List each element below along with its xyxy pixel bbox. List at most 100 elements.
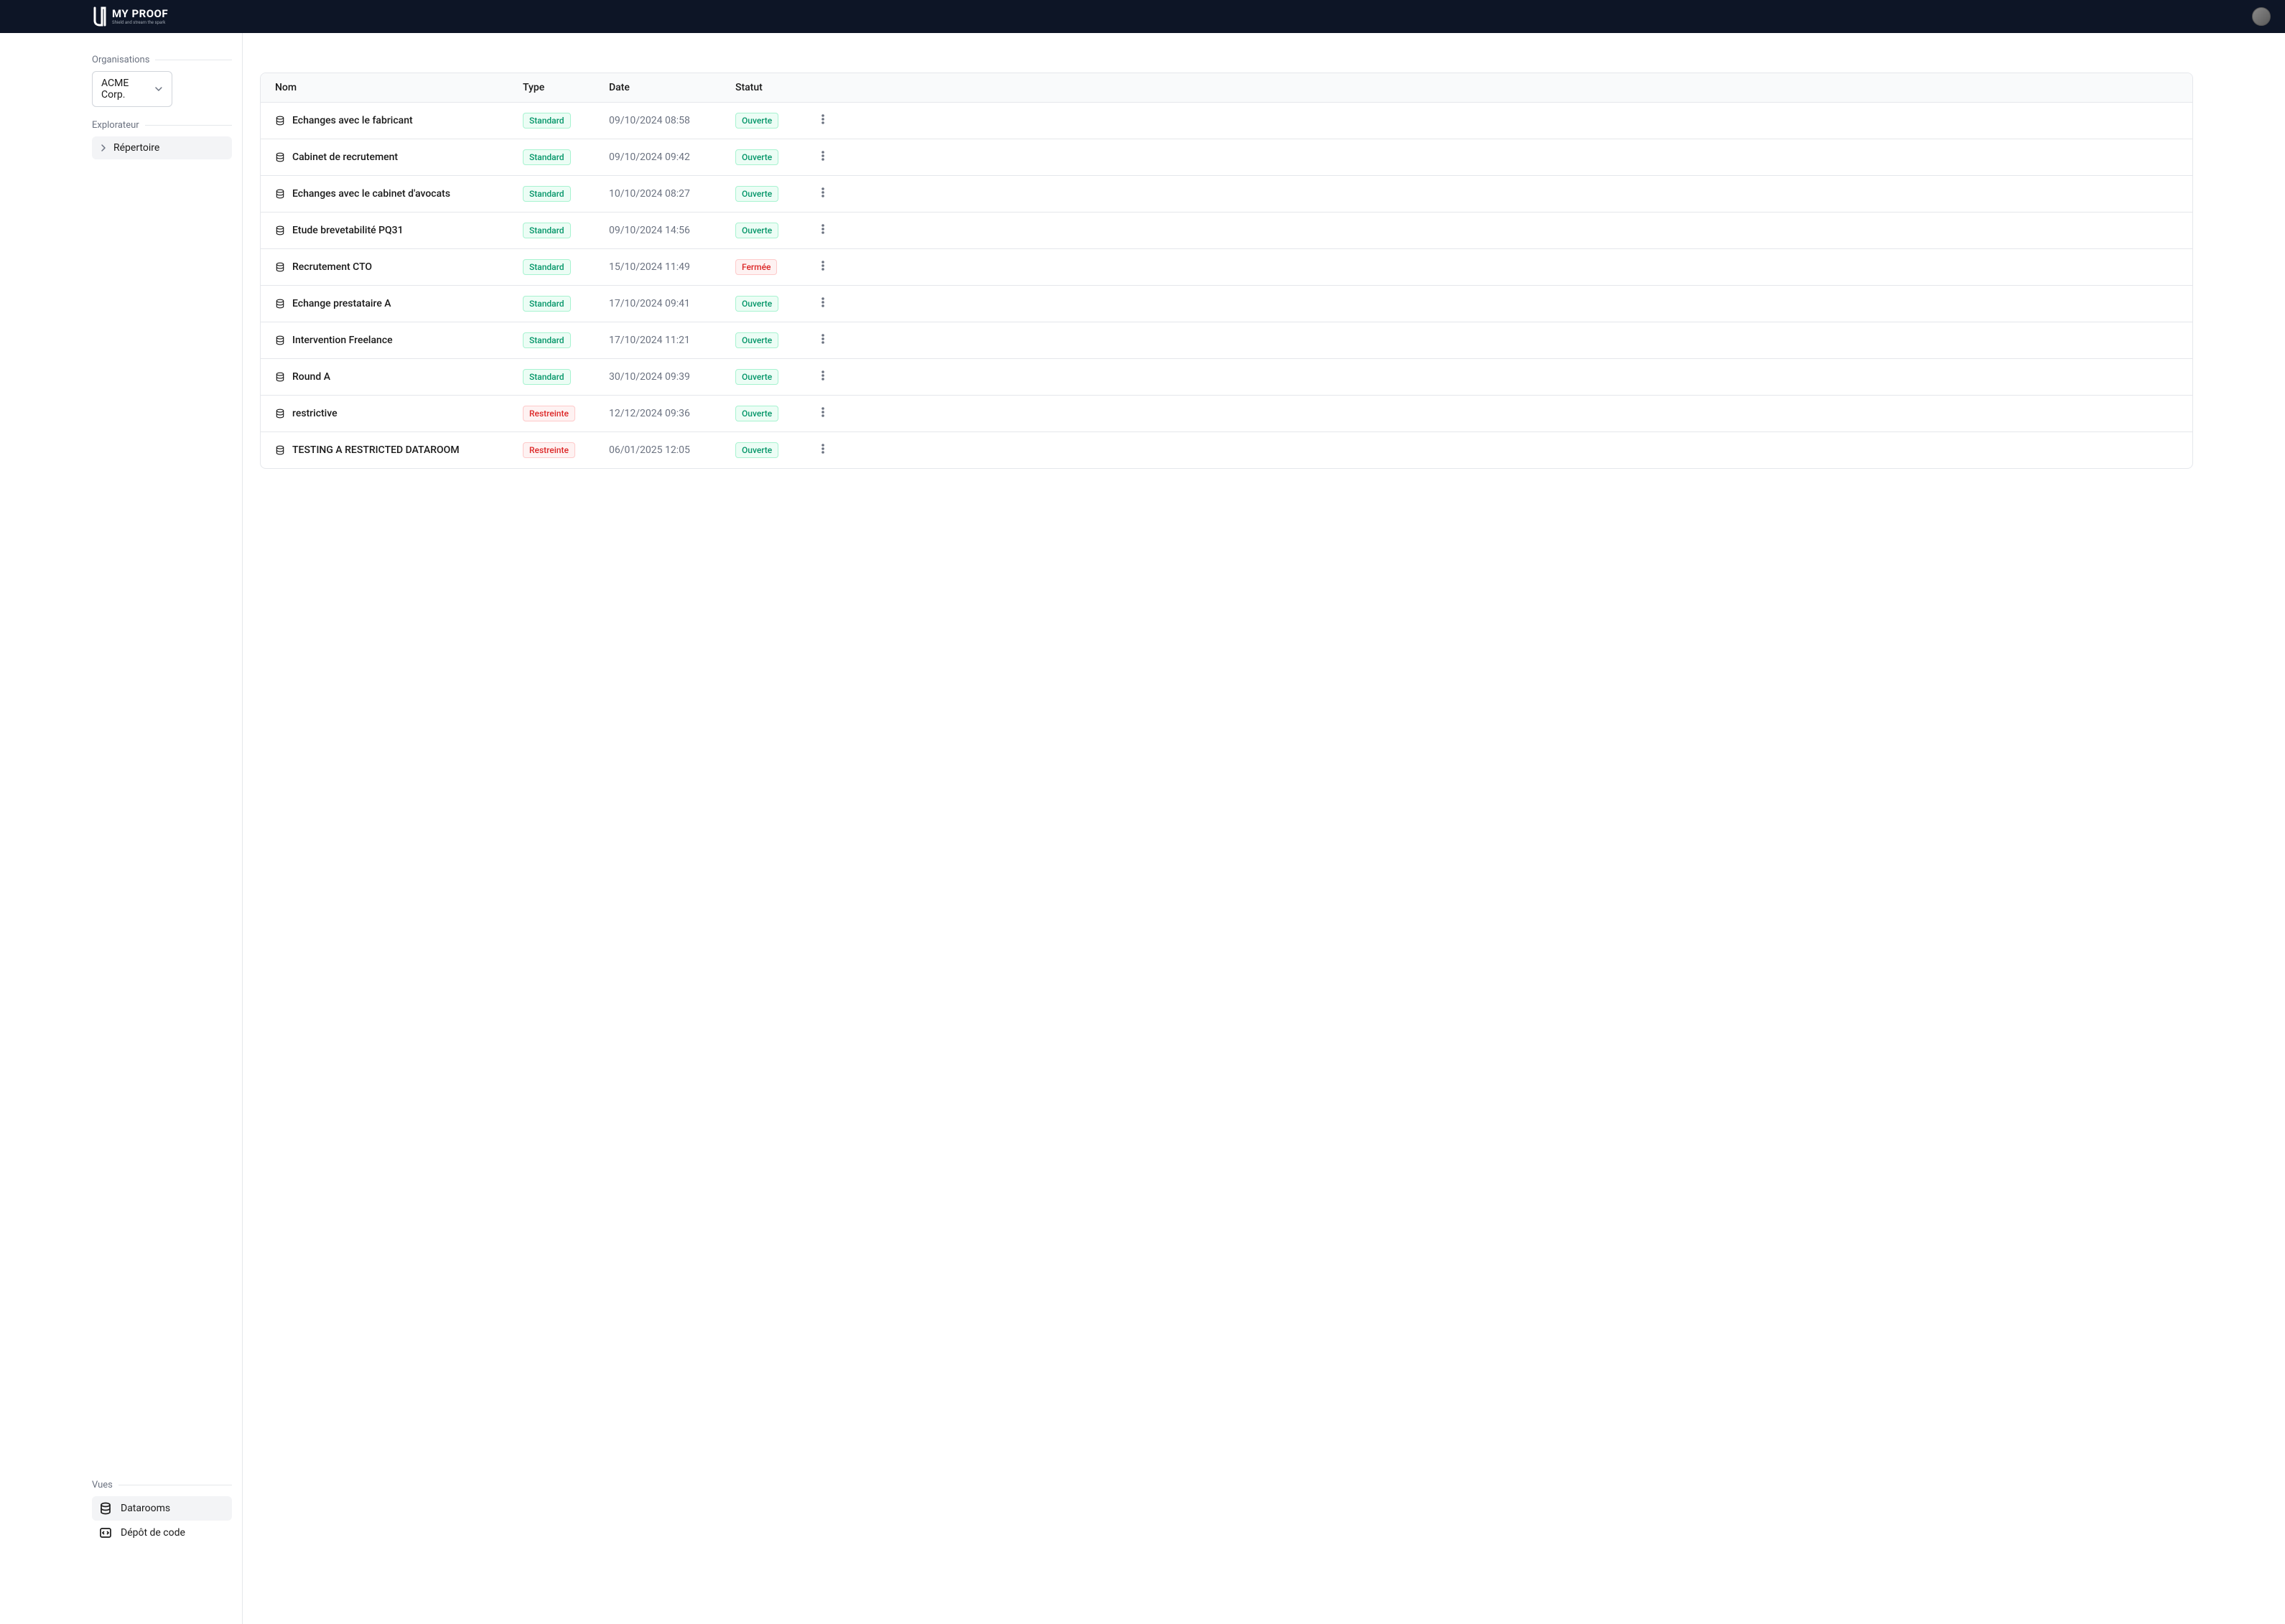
row-name-text: Intervention Freelance (292, 335, 393, 346)
cell-name: Round A (275, 371, 523, 383)
more-menu-icon[interactable] (817, 443, 829, 454)
cell-date: 06/01/2025 12:05 (609, 444, 735, 456)
type-badge: Standard (523, 149, 571, 165)
table-row[interactable]: restrictive Restreinte 12/12/2024 09:36 … (261, 396, 2192, 432)
cell-type: Restreinte (523, 406, 609, 421)
cell-actions (814, 406, 829, 421)
cell-actions (814, 113, 829, 128)
database-icon (275, 409, 285, 419)
type-badge: Restreinte (523, 406, 575, 421)
row-name-text: Cabinet de recrutement (292, 151, 398, 163)
cell-type: Standard (523, 332, 609, 348)
column-header-type[interactable]: Type (523, 82, 609, 93)
row-name-text: Echanges avec le fabricant (292, 115, 413, 126)
table-row[interactable]: Intervention Freelance Standard 17/10/20… (261, 322, 2192, 359)
column-header-date[interactable]: Date (609, 82, 735, 93)
type-badge: Standard (523, 332, 571, 348)
column-header-actions (814, 82, 829, 93)
org-selector[interactable]: ACME Corp. (92, 71, 172, 107)
database-icon (275, 262, 285, 272)
column-header-status[interactable]: Statut (735, 82, 814, 93)
cell-status: Ouverte (735, 369, 814, 385)
cell-status: Ouverte (735, 149, 814, 165)
cell-actions (814, 333, 829, 347)
table-row[interactable]: TESTING A RESTRICTED DATAROOM Restreinte… (261, 432, 2192, 468)
type-badge: Restreinte (523, 442, 575, 458)
cell-status: Ouverte (735, 442, 814, 458)
cell-actions (814, 187, 829, 201)
organisations-label: Organisations (92, 55, 149, 65)
more-menu-icon[interactable] (817, 223, 829, 235)
cell-status: Fermée (735, 259, 814, 275)
vue-item-database[interactable]: Datarooms (92, 1496, 232, 1521)
table-row[interactable]: Echange prestataire A Standard 17/10/202… (261, 286, 2192, 322)
status-badge: Ouverte (735, 296, 778, 312)
database-icon (275, 152, 285, 162)
cell-date: 09/10/2024 14:56 (609, 225, 735, 236)
vue-item-code[interactable]: Dépôt de code (92, 1521, 232, 1545)
more-menu-icon[interactable] (817, 297, 829, 308)
table-row[interactable]: Cabinet de recrutement Standard 09/10/20… (261, 139, 2192, 176)
database-icon (275, 445, 285, 455)
column-header-name[interactable]: Nom (275, 82, 523, 93)
more-menu-icon[interactable] (817, 260, 829, 271)
more-menu-icon[interactable] (817, 113, 829, 125)
status-badge: Ouverte (735, 149, 778, 165)
cell-type: Standard (523, 223, 609, 238)
vues-section-header: Vues (92, 1480, 232, 1490)
status-badge: Ouverte (735, 186, 778, 202)
chevron-down-icon (154, 85, 163, 93)
row-name-text: TESTING A RESTRICTED DATAROOM (292, 444, 460, 456)
table-row[interactable]: Round A Standard 30/10/2024 09:39 Ouvert… (261, 359, 2192, 396)
type-badge: Standard (523, 113, 571, 129)
more-menu-icon[interactable] (817, 406, 829, 418)
cell-date: 17/10/2024 09:41 (609, 298, 735, 309)
avatar[interactable] (2252, 7, 2271, 26)
type-badge: Standard (523, 369, 571, 385)
cell-actions (814, 370, 829, 384)
main-content: Nom Type Date Statut Echanges avec le fa… (243, 33, 2285, 1624)
cell-date: 30/10/2024 09:39 (609, 371, 735, 383)
vues-section: Vues Datarooms Dépôt de code (92, 1480, 232, 1602)
tree-item-root[interactable]: Répertoire (92, 136, 232, 159)
table-row[interactable]: Etude brevetabilité PQ31 Standard 09/10/… (261, 213, 2192, 249)
cell-date: 12/12/2024 09:36 (609, 408, 735, 419)
row-name-text: Etude brevetabilité PQ31 (292, 225, 404, 236)
status-badge: Ouverte (735, 442, 778, 458)
logo-tagline: Shield and stream the spark (112, 21, 168, 25)
database-icon (275, 299, 285, 309)
logo-title: MY PROOF (112, 9, 168, 19)
database-icon (275, 116, 285, 126)
tree-item-label: Répertoire (113, 142, 159, 154)
vues-label: Vues (92, 1480, 113, 1490)
cell-actions (814, 223, 829, 238)
status-badge: Ouverte (735, 406, 778, 421)
table-header: Nom Type Date Statut (261, 73, 2192, 103)
cell-name: restrictive (275, 408, 523, 419)
more-menu-icon[interactable] (817, 150, 829, 162)
row-name-text: Echange prestataire A (292, 298, 391, 309)
cell-type: Standard (523, 369, 609, 385)
more-menu-icon[interactable] (817, 370, 829, 381)
more-menu-icon[interactable] (817, 187, 829, 198)
cell-status: Ouverte (735, 113, 814, 129)
vue-item-label: Datarooms (121, 1503, 170, 1514)
table-row[interactable]: Echanges avec le cabinet d'avocats Stand… (261, 176, 2192, 213)
more-menu-icon[interactable] (817, 333, 829, 345)
cell-type: Standard (523, 149, 609, 165)
org-selector-value: ACME Corp. (101, 78, 154, 101)
database-icon (275, 189, 285, 199)
row-name-text: Recrutement CTO (292, 261, 372, 273)
table-row[interactable]: Recrutement CTO Standard 15/10/2024 11:4… (261, 249, 2192, 286)
cell-status: Ouverte (735, 296, 814, 312)
logo[interactable]: MY PROOF Shield and stream the spark (93, 6, 168, 27)
cell-date: 09/10/2024 09:42 (609, 151, 735, 163)
table-row[interactable]: Echanges avec le fabricant Standard 09/1… (261, 103, 2192, 139)
status-badge: Ouverte (735, 332, 778, 348)
cell-name: Etude brevetabilité PQ31 (275, 225, 523, 236)
logo-text: MY PROOF Shield and stream the spark (112, 9, 168, 25)
status-badge: Ouverte (735, 113, 778, 129)
vue-item-label: Dépôt de code (121, 1527, 185, 1539)
cell-type: Standard (523, 259, 609, 275)
cell-name: Recrutement CTO (275, 261, 523, 273)
